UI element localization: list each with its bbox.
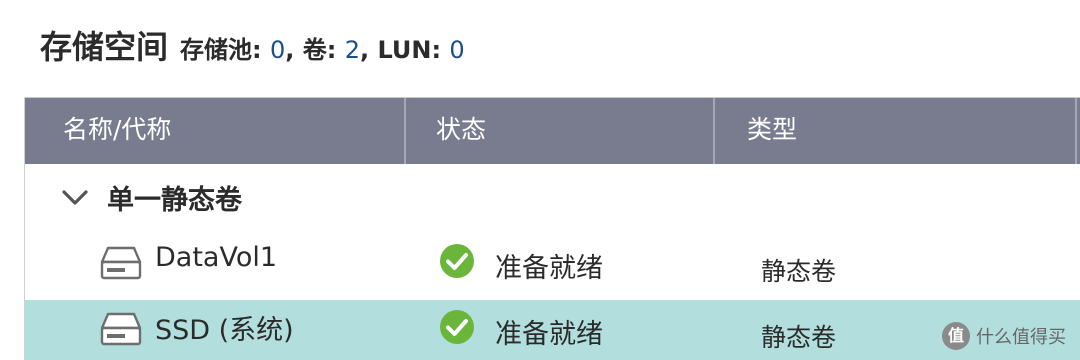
lun-label: , LUN: xyxy=(359,36,450,64)
volume-type: 静态卷 xyxy=(761,323,837,352)
storage-header: 存储空间 存储池: 0, 卷: 2, LUN: 0 xyxy=(40,22,465,68)
watermark-text: 什么值得买 xyxy=(976,327,1066,348)
table-row[interactable]: DataVol1 准备就绪 静态卷 xyxy=(25,234,1080,298)
column-header-name[interactable]: 名称/代称 xyxy=(25,98,405,165)
page-title: 存储空间 xyxy=(40,28,169,66)
volume-name[interactable]: SSD (系统) xyxy=(155,308,294,347)
watermark: 值 什么值得买 xyxy=(942,322,1066,350)
storage-page: 存储空间 存储池: 0, 卷: 2, LUN: 0 名称/代称 状态 类型 单一… xyxy=(0,0,1080,360)
column-header-status[interactable]: 状态 xyxy=(406,98,714,165)
table-row-selected[interactable]: SSD (系统) 准备就绪 静态卷 xyxy=(25,300,1080,360)
storage-table: 名称/代称 状态 类型 单一静态卷 DataVol1 准备就绪 静态卷 SSD … xyxy=(24,97,1080,360)
storage-summary: 存储池: 0, 卷: 2, LUN: 0 xyxy=(180,30,465,65)
disk-icon xyxy=(100,246,142,280)
watermark-logo-icon: 值 xyxy=(942,322,970,350)
column-header-type[interactable]: 类型 xyxy=(715,98,1075,165)
table-header: 名称/代称 状态 类型 xyxy=(25,97,1080,165)
volume-label: , 卷: xyxy=(285,36,345,64)
column-divider[interactable] xyxy=(1075,98,1077,165)
volume-status: 准备就绪 xyxy=(495,253,603,284)
disk-icon xyxy=(100,312,142,346)
pool-count: 0 xyxy=(269,36,286,64)
group-label: 单一静态卷 xyxy=(107,185,242,216)
check-circle-icon xyxy=(440,310,474,344)
check-circle-icon xyxy=(440,244,474,278)
group-row-single-static-volume[interactable]: 单一静态卷 xyxy=(25,164,1080,230)
lun-count: 0 xyxy=(449,36,465,64)
volume-status: 准备就绪 xyxy=(495,319,603,350)
volume-count: 2 xyxy=(344,36,360,64)
chevron-down-icon[interactable] xyxy=(61,188,89,208)
volume-type: 静态卷 xyxy=(761,257,837,286)
pool-label: 存储池: xyxy=(180,36,270,64)
volume-name[interactable]: DataVol1 xyxy=(155,242,277,273)
